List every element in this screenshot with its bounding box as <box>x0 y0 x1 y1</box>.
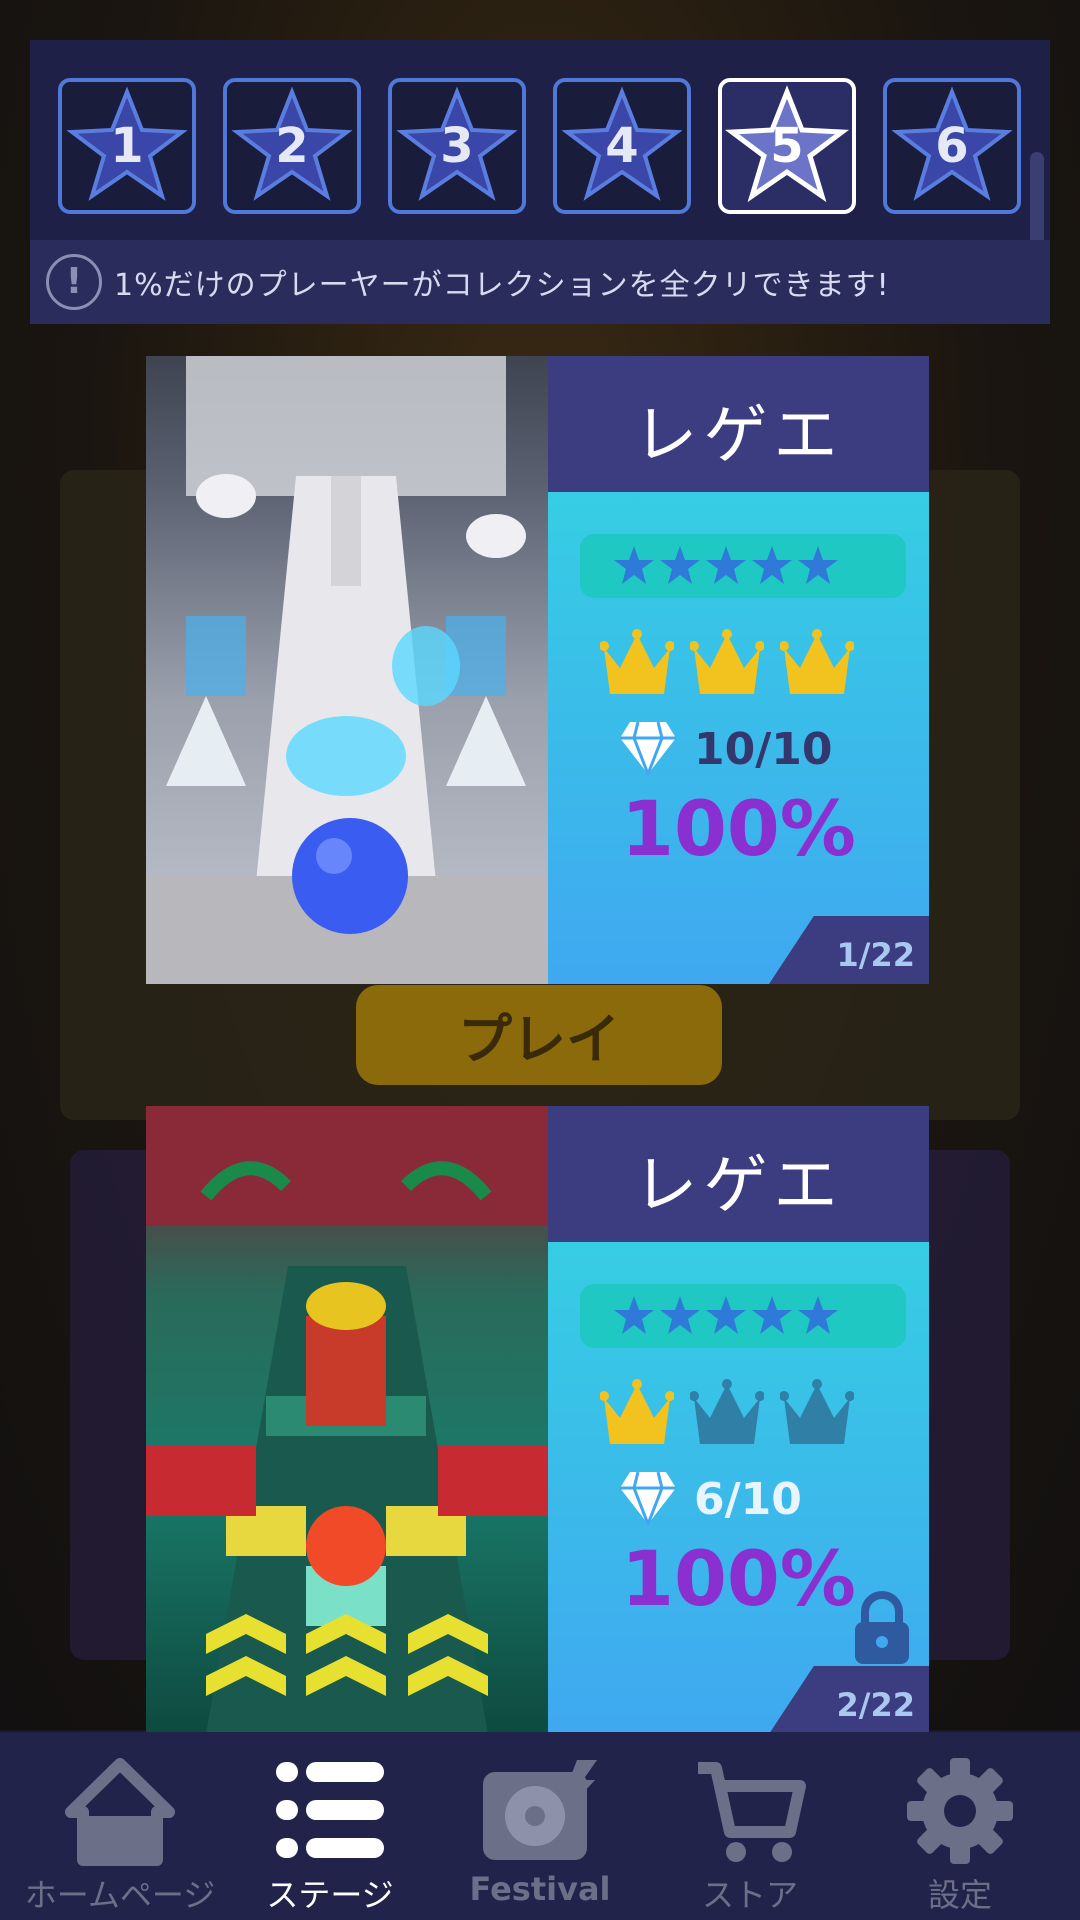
star-rating-icon <box>614 1296 838 1334</box>
crown-icon <box>780 629 854 694</box>
crown-progress <box>600 628 860 708</box>
nav-store-label: ストア <box>701 1876 798 1914</box>
nav-stage-label: ステージ <box>266 1876 394 1914</box>
nav-home[interactable]: ホームページ <box>12 1732 228 1920</box>
disc-icon <box>483 1760 597 1860</box>
crown-icon <box>600 1379 674 1444</box>
nav-festival[interactable]: Festival <box>432 1732 648 1920</box>
cart-icon <box>698 1762 806 1862</box>
difficulty-stars <box>580 1284 906 1348</box>
level-number: 3 <box>440 118 474 174</box>
level-number: 1 <box>110 118 144 174</box>
bottom-navigation: ホームページ ステージ Festival ストア 設定 <box>0 1732 1080 1920</box>
collection-bar: 1 2 3 4 5 6 ! 1%だけのプレーヤーがコレクションを全クリできます! <box>30 40 1050 324</box>
collection-info: ! 1%だけのプレーヤーがコレクションを全クリできます! <box>30 240 1050 324</box>
level-button-4[interactable]: 4 <box>553 78 691 214</box>
song-artwork <box>146 1106 548 1734</box>
completion-percent: 100% <box>621 784 856 873</box>
crown-icon-empty <box>690 1379 764 1444</box>
diamond-icon <box>620 721 676 776</box>
level-button-5[interactable]: 5 <box>718 78 856 214</box>
song-card[interactable]: レゲエ 10/10 100% 1/22 <box>146 356 929 984</box>
crown-icon-empty <box>780 1379 854 1444</box>
song-counter: 2/22 <box>836 1686 915 1724</box>
song-title: レゲエ <box>633 399 844 473</box>
level-number: 2 <box>275 118 309 174</box>
level-button-3[interactable]: 3 <box>388 78 526 214</box>
star-rating-icon <box>614 546 838 584</box>
nav-store[interactable]: ストア <box>642 1732 858 1920</box>
level-button-2[interactable]: 2 <box>223 78 361 214</box>
song-title: レゲエ <box>633 1149 844 1223</box>
gear-icon <box>907 1758 1013 1864</box>
difficulty-stars <box>580 534 906 598</box>
nav-festival-label: Festival <box>469 1870 611 1908</box>
song-info-panel: レゲエ 6/10 100% 2/22 <box>548 1106 929 1734</box>
nav-home-label: ホームページ <box>24 1876 216 1914</box>
background-play-label: プレイ <box>458 1008 620 1071</box>
level-button-1[interactable]: 1 <box>58 78 196 214</box>
exclamation-icon: ! <box>46 254 102 310</box>
song-card[interactable]: レゲエ 6/10 100% 2/22 <box>146 1106 929 1734</box>
level-selector: 1 2 3 4 5 6 <box>58 78 1022 216</box>
song-title-bar: レゲエ <box>548 356 929 492</box>
song-artwork <box>146 356 548 984</box>
list-icon <box>276 1762 384 1858</box>
lock-icon <box>855 1591 909 1664</box>
level-button-6[interactable]: 6 <box>883 78 1021 214</box>
song-counter: 1/22 <box>836 936 915 974</box>
nav-settings[interactable]: 設定 <box>852 1732 1068 1920</box>
collection-info-text: 1%だけのプレーヤーがコレクションを全クリできます! <box>114 268 890 303</box>
nav-stage[interactable]: ステージ <box>222 1732 438 1920</box>
crown-icon <box>600 629 674 694</box>
nav-settings-label: 設定 <box>927 1876 992 1914</box>
level-number: 4 <box>605 118 639 174</box>
home-icon <box>65 1758 175 1866</box>
song-title-bar: レゲエ <box>548 1106 929 1242</box>
crown-progress <box>600 1378 860 1458</box>
gem-count: 6/10 <box>694 1474 802 1525</box>
song-info-panel: レゲエ 10/10 100% 1/22 <box>548 356 929 984</box>
level-number: 6 <box>935 118 969 174</box>
gem-count: 10/10 <box>694 724 833 775</box>
diamond-icon <box>620 1471 676 1526</box>
crown-icon <box>690 629 764 694</box>
level-number: 5 <box>770 118 804 174</box>
